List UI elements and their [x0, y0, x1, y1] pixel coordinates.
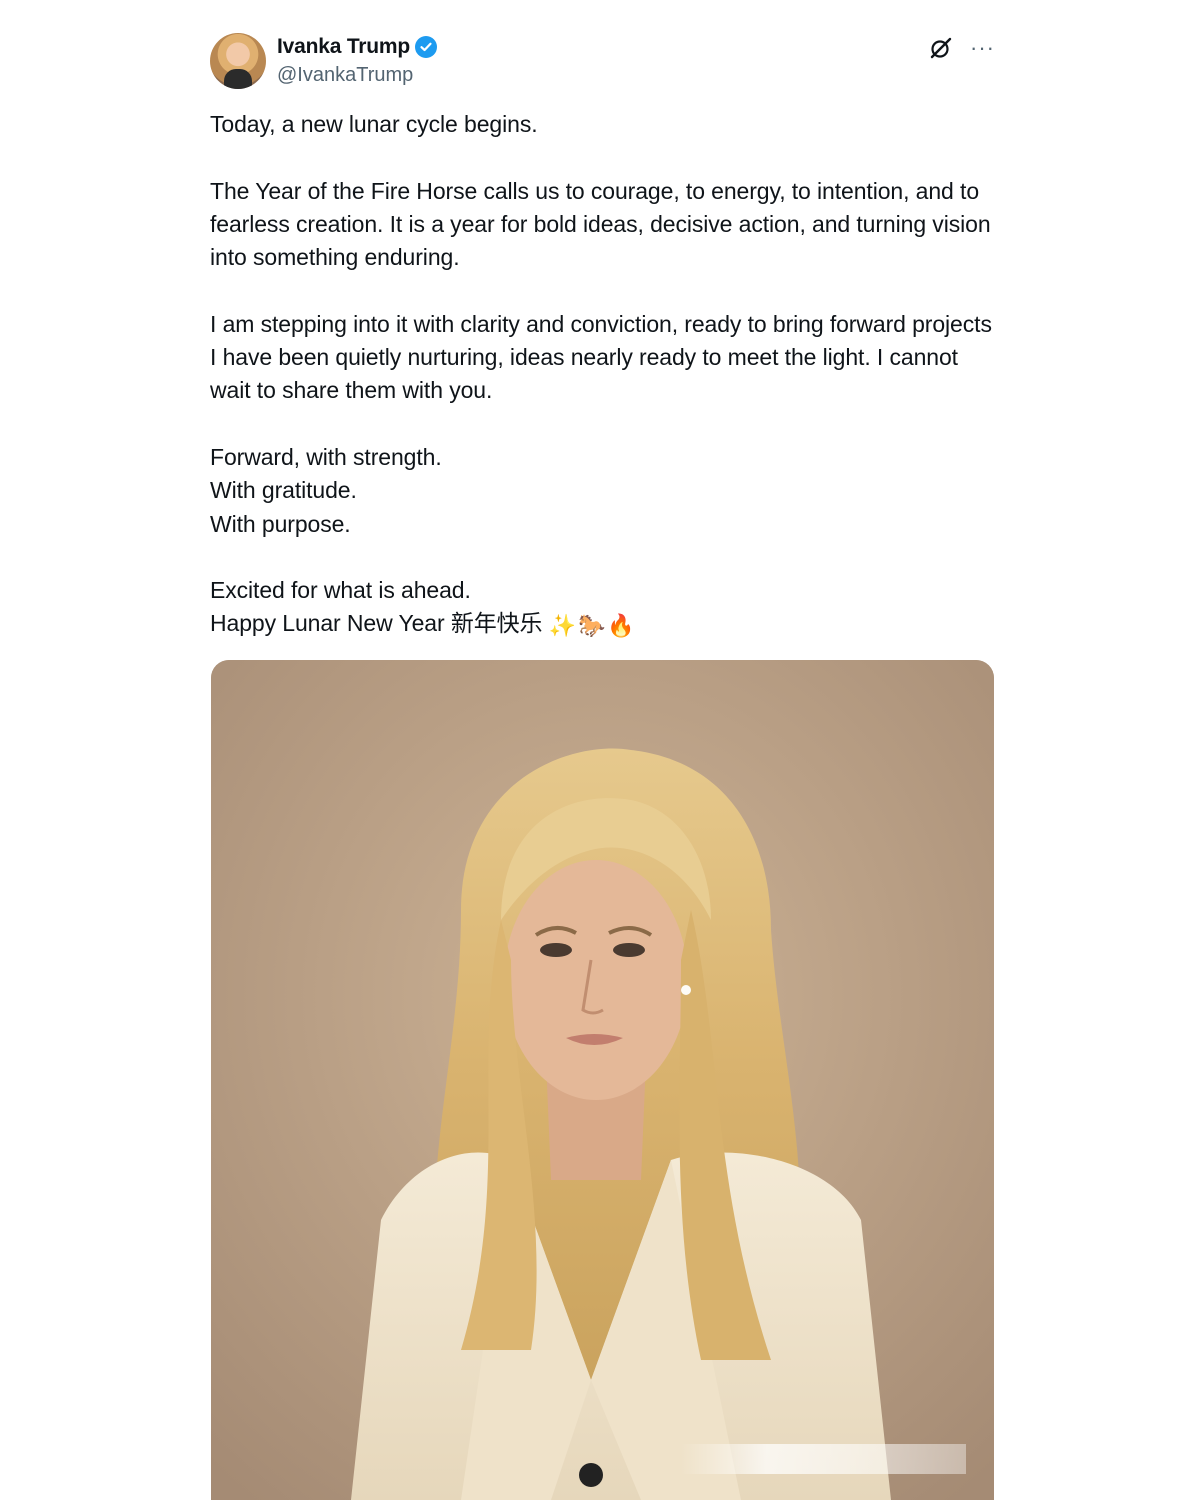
display-name[interactable]: Ivanka Trump [277, 35, 410, 59]
paragraph-2: The Year of the Fire Horse calls us to c… [210, 177, 991, 271]
horse-emoji: 🐎 [578, 613, 606, 639]
verified-badge-icon [414, 36, 437, 58]
line-4a: Forward, with strength. [210, 443, 442, 470]
tweet-text: Today, a new lunar cycle begins. The Yea… [210, 108, 995, 643]
portrait-illustration [211, 660, 994, 1500]
line-4c: With purpose. [210, 510, 351, 537]
tweet-header: Ivanka Trump @IvankaTrump ··· [210, 30, 995, 92]
tweet: Ivanka Trump @IvankaTrump ··· Today, a n… [210, 30, 995, 643]
author-names: Ivanka Trump @IvankaTrump [277, 35, 437, 87]
grok-icon[interactable] [928, 35, 954, 61]
paragraph-3: I am stepping into it with clarity and c… [210, 310, 992, 404]
line-4b: With gratitude. [210, 477, 357, 504]
handle[interactable]: @IvankaTrump [277, 64, 437, 87]
fire-emoji: 🔥 [607, 613, 635, 639]
line-5a: Excited for what is ahead. [210, 577, 471, 604]
watermark [681, 1444, 966, 1474]
post-image[interactable] [211, 660, 994, 1500]
avatar[interactable] [210, 33, 266, 89]
paragraph-1: Today, a new lunar cycle begins. [210, 111, 538, 137]
more-options-icon[interactable]: ··· [970, 37, 995, 59]
line-5b: Happy Lunar New Year 新年快乐 [210, 610, 543, 637]
sparkles-emoji: ✨ [548, 613, 577, 639]
emoji-group: ✨ 🐎 🔥 [549, 609, 635, 642]
